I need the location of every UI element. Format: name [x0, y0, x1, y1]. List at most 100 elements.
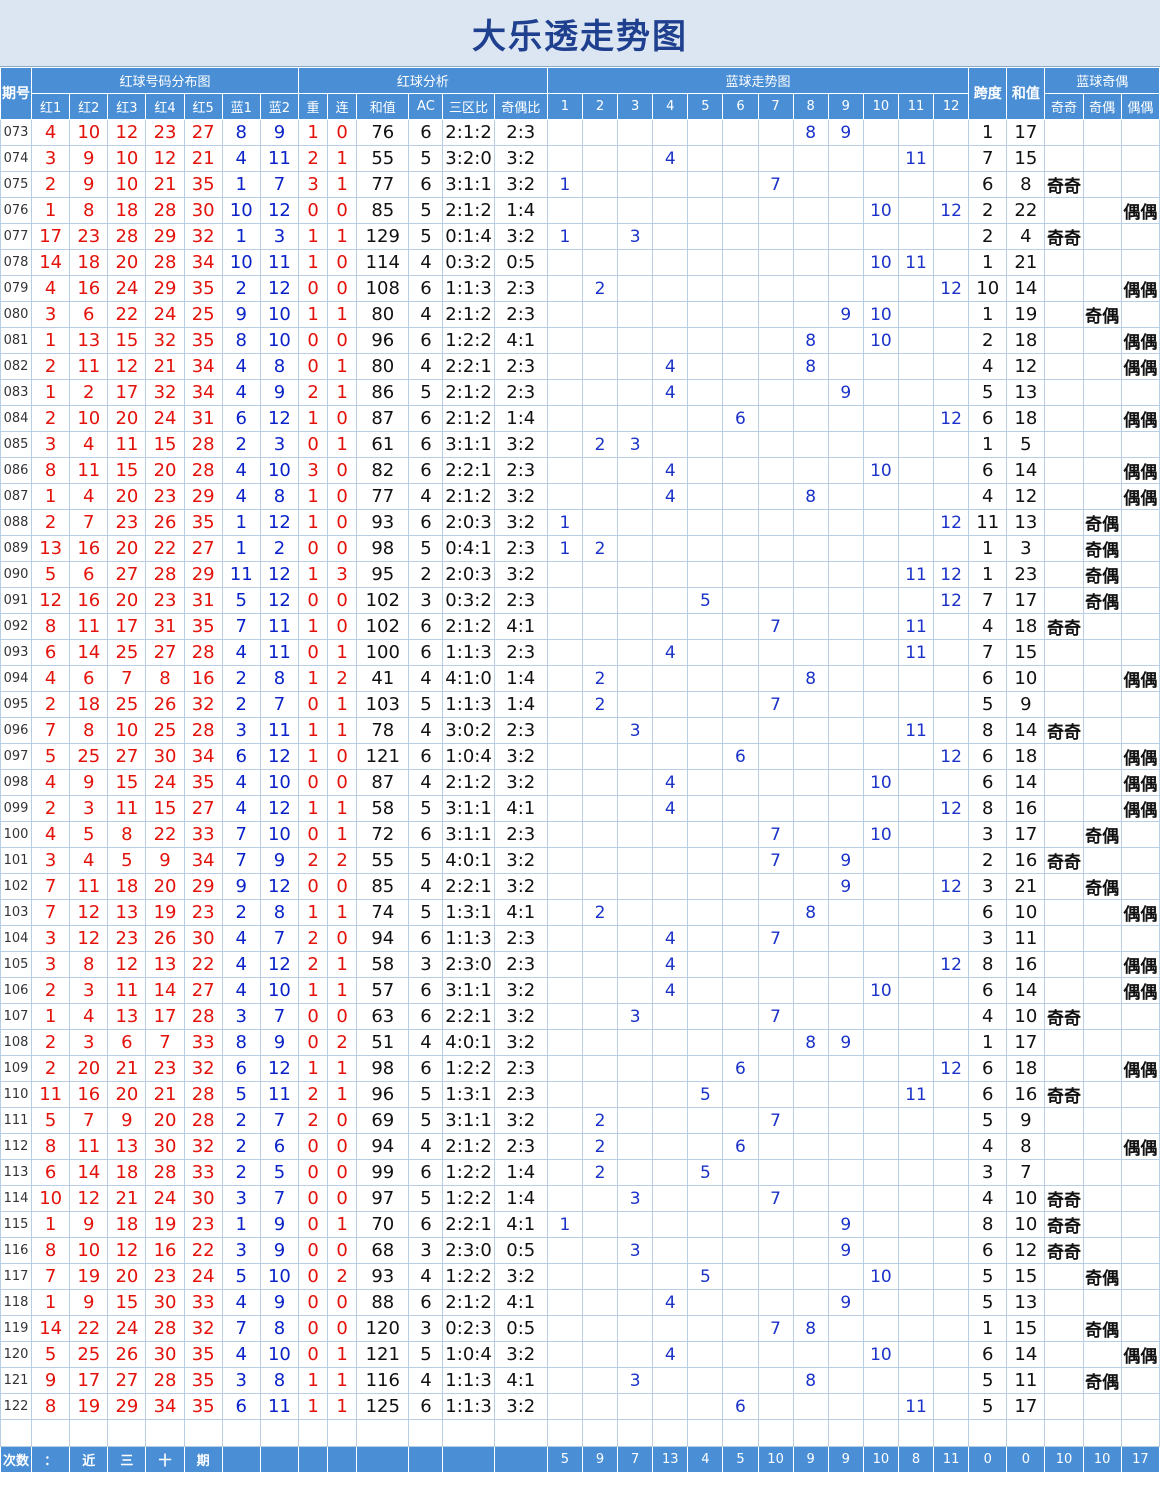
zone-ratio-cell: 2:0:3 — [442, 561, 495, 588]
blue-ball-cell: 11 — [259, 717, 300, 744]
blue-trend-cell — [827, 431, 864, 458]
blue-oe-cell — [1044, 1315, 1084, 1342]
blue-trend-cell — [757, 431, 794, 458]
blue-trend-cell — [757, 1029, 794, 1056]
period-cell: 099 — [0, 795, 33, 822]
blue-trend-cell — [546, 977, 583, 1004]
blue-trend-cell: 12 — [933, 795, 970, 822]
red-ball-cell: 30 — [183, 197, 223, 224]
period-cell: 073 — [0, 119, 33, 146]
blue-trend-cell — [687, 1003, 724, 1030]
blue-trend-cell: 8 — [792, 1367, 829, 1394]
blue-oe-cell — [1082, 743, 1122, 770]
period-cell: 105 — [0, 951, 33, 978]
blue-trend-cell — [652, 275, 689, 302]
red-ball-cell: 23 — [145, 587, 185, 614]
blue-trend-cell — [546, 1133, 583, 1160]
blue-trend-cell — [546, 1081, 583, 1108]
blue-trend-cell: 9 — [827, 1029, 864, 1056]
blue-trend-cell — [546, 795, 583, 822]
consecutive-cell: 1 — [327, 379, 358, 406]
blue-oe-cell: 奇偶 — [1082, 587, 1122, 614]
red-ball-cell: 26 — [145, 691, 185, 718]
ac-cell: 6 — [408, 1055, 444, 1082]
blue-sum-cell: 16 — [1006, 847, 1046, 874]
sum-value-cell: 99 — [356, 1159, 410, 1186]
table-row: 116 8 10 12 16 22 3 9 0 0 68 3 2:3:0 0:5 3 9 6 12 奇奇 — [0, 1237, 1160, 1264]
consecutive-cell: 1 — [327, 899, 358, 926]
blue-trend-cell — [687, 1237, 724, 1264]
red-ball-cell: 10 — [107, 171, 147, 198]
odd-even-ratio-cell: 3:2 — [493, 977, 548, 1004]
blue-trend-cell: 10 — [862, 821, 899, 848]
empty-cell — [1044, 1419, 1084, 1447]
blue-sum-cell: 21 — [1006, 249, 1046, 276]
table-row: 079 4 16 24 29 35 2 12 0 0 108 6 1:1:3 2:3 2 12 10 14 偶偶 — [0, 275, 1160, 302]
blue-trend-cell — [933, 353, 970, 380]
odd-even-ratio-cell: 2:3 — [493, 1133, 548, 1160]
blue-ball-cell: 12 — [259, 743, 300, 770]
blue-oe-cell — [1082, 353, 1122, 380]
blue-trend-cell — [581, 1263, 619, 1290]
blue-trend-cell — [792, 1237, 829, 1264]
zone-ratio-cell: 1:3:1 — [442, 1081, 495, 1108]
blue-oe-cell — [1120, 1289, 1160, 1316]
blue-oe-cell — [1120, 171, 1160, 198]
blue-ball-cell: 5 — [259, 1159, 300, 1186]
ac-cell: 6 — [408, 613, 444, 640]
red-ball-cell: 23 — [107, 509, 147, 536]
blue-trend-cell: 4 — [652, 925, 689, 952]
zone-ratio-cell: 1:1:3 — [442, 691, 495, 718]
blue-trend-cell — [687, 535, 724, 562]
span-cell: 6 — [968, 1237, 1008, 1264]
blue-trend-cell — [792, 405, 829, 432]
sum-value-cell: 98 — [356, 535, 410, 562]
blue-ball-cell: 8 — [259, 353, 300, 380]
blue-trend-cell — [652, 1107, 689, 1134]
red-ball-cell: 32 — [183, 1055, 223, 1082]
red-ball-cell: 12 — [69, 1185, 109, 1212]
blue-oe-cell — [1044, 769, 1084, 796]
period-cell: 079 — [0, 275, 33, 302]
sum-value-cell: 55 — [356, 145, 410, 172]
odd-even-ratio-cell: 4:1 — [493, 1289, 548, 1316]
blue-trend-cell — [687, 665, 724, 692]
red-ball-cell: 35 — [183, 769, 223, 796]
blue-ball-cell: 2 — [221, 431, 261, 458]
blue-trend-cell: 1 — [546, 535, 583, 562]
blue-ball-cell: 4 — [221, 457, 261, 484]
empty-cell — [1120, 1419, 1160, 1447]
blue-oe-cell — [1082, 249, 1122, 276]
period-cell: 088 — [0, 509, 33, 536]
blue-ball-cell: 10 — [259, 977, 300, 1004]
blue-oe-cell — [1120, 249, 1160, 276]
red-ball-cell: 35 — [183, 275, 223, 302]
blue-trend-cell — [897, 1029, 935, 1056]
red-ball-cell: 1 — [31, 483, 71, 510]
span-cell: 6 — [968, 1341, 1008, 1368]
blue-ball-cell: 12 — [259, 405, 300, 432]
blue-sum-cell: 18 — [1006, 405, 1046, 432]
blue-trend-cell — [722, 925, 759, 952]
blue-trend-cell — [933, 535, 970, 562]
blue-oe-cell: 奇偶 — [1082, 873, 1122, 900]
blue-trend-cell — [687, 1393, 724, 1420]
blue-trend-cell — [933, 925, 970, 952]
blue-trend-cell — [862, 795, 899, 822]
red-ball-cell: 35 — [183, 327, 223, 354]
blue-trend-cell — [652, 691, 689, 718]
blue-oe-cell — [1120, 847, 1160, 874]
red-ball-cell: 1 — [31, 1289, 71, 1316]
red-ball-cell: 18 — [107, 1211, 147, 1238]
blue-trend-cell — [581, 1315, 619, 1342]
red-ball-cell: 3 — [31, 145, 71, 172]
red-ball-cell: 7 — [31, 899, 71, 926]
blue-ball-cell: 3 — [221, 1185, 261, 1212]
blue-trend-cell — [581, 509, 619, 536]
sum-value-cell: 97 — [356, 1185, 410, 1212]
zone-ratio-cell: 2:1:2 — [442, 483, 495, 510]
footer-empty — [408, 1446, 444, 1473]
ac-cell: 6 — [408, 743, 444, 770]
blue-trend-cell: 8 — [792, 1029, 829, 1056]
red-ball-cell: 11 — [107, 431, 147, 458]
